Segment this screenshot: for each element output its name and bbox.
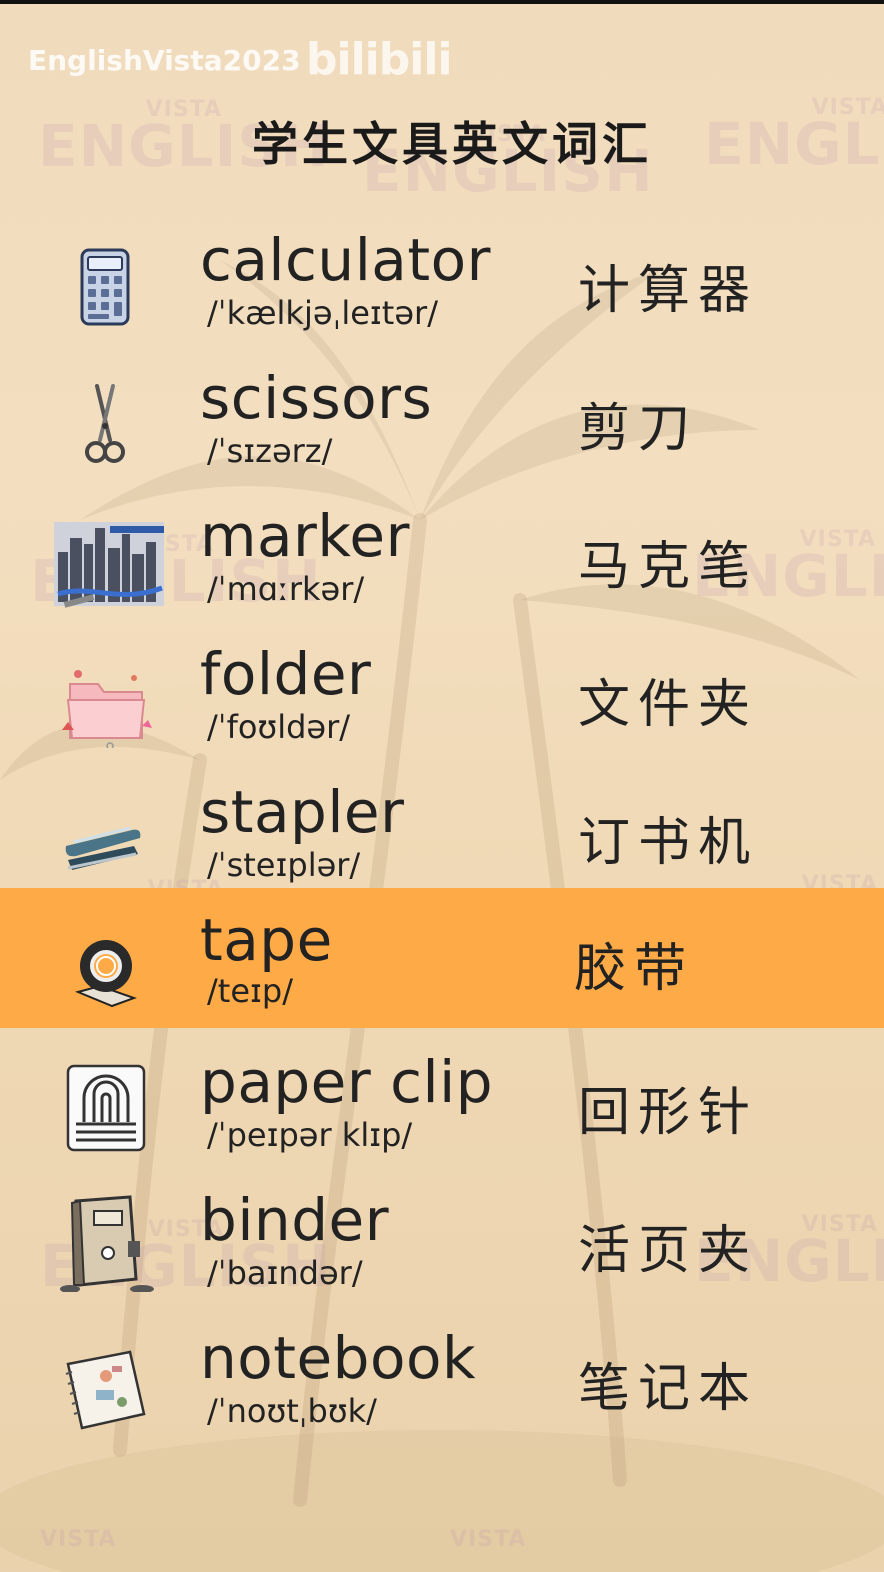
vocab-ipa: /ˈpeɪpər klɪp/ (207, 1116, 413, 1154)
vocab-chinese: 剪刀 (578, 399, 699, 459)
vocab-ipa: /ˈnoʊtˌbʊk/ (207, 1392, 377, 1430)
vocab-ipa: /teɪp/ (207, 972, 293, 1010)
vocab-word: tape (200, 906, 333, 974)
vocab-ipa: /ˈmɑːrkər/ (207, 570, 365, 608)
vocab-chinese: 胶带 (574, 939, 695, 999)
folder-icon (62, 670, 152, 748)
vocab-ipa: /ˈkælkjəˌleɪtər/ (207, 294, 438, 332)
channel-name: EnglishVista2023 (28, 44, 301, 77)
vocab-word: marker (200, 502, 410, 570)
vocab-row-calculator: calculator /ˈkælkjəˌleɪtər/ 计算器 (0, 218, 884, 356)
vocab-ipa: /ˈsteɪplər/ (207, 846, 361, 884)
notebook-icon (65, 1350, 146, 1430)
vocab-chinese: 回形针 (578, 1083, 759, 1143)
vocab-ipa: /ˈbaɪndər/ (207, 1254, 363, 1292)
vocab-row-folder: folder /ˈfoʊldər/ 文件夹 (0, 632, 884, 770)
calculator-icon (80, 248, 130, 326)
vocab-row-marker: marker /ˈmɑːrkər/ 马克笔 (0, 494, 884, 632)
vocab-word: binder (200, 1186, 390, 1254)
vocab-chinese: 笔记本 (578, 1359, 759, 1419)
vocab-row-tape-highlighted: tape /teɪp/ 胶带 (0, 888, 884, 1028)
watermark: VISTA (40, 1527, 117, 1552)
vocab-chinese: 文件夹 (578, 675, 759, 735)
vocab-word: calculator (200, 226, 491, 294)
vocab-row-scissors: scissors /ˈsɪzərz/ 剪刀 (0, 356, 884, 494)
vocab-word: paper clip (200, 1048, 494, 1116)
page-title: 学生文具英文词汇 (252, 117, 652, 171)
binder-icon (60, 1195, 154, 1292)
stapler-icon (65, 826, 141, 870)
watermark: VISTA (450, 1527, 527, 1552)
vocab-word: scissors (200, 364, 433, 432)
vocab-ipa: /ˈsɪzərz/ (207, 432, 333, 470)
vocab-chinese: 计算器 (578, 261, 759, 321)
scissors-icon (85, 384, 125, 463)
vocab-ipa: /ˈfoʊldər/ (207, 708, 351, 746)
paper-clip-icon (66, 1064, 146, 1152)
tape-icon (74, 940, 137, 1008)
vocab-word: folder (200, 640, 372, 708)
vocab-row-paper-clip: paper clip /ˈpeɪpər klɪp/ 回形针 (0, 1040, 884, 1178)
vocab-word: stapler (200, 778, 405, 846)
vocab-chinese: 马克笔 (578, 537, 759, 597)
marker-icon (54, 522, 164, 608)
vocab-word: notebook (200, 1324, 477, 1392)
bilibili-logo: bilibili (306, 34, 452, 85)
vocab-chinese: 订书机 (578, 813, 759, 873)
vocab-row-notebook: notebook /ˈnoʊtˌbʊk/ 笔记本 (0, 1316, 884, 1454)
vocab-chinese: 活页夹 (578, 1221, 759, 1281)
vocab-row-binder: binder /ˈbaɪndər/ 活页夹 (0, 1178, 884, 1316)
